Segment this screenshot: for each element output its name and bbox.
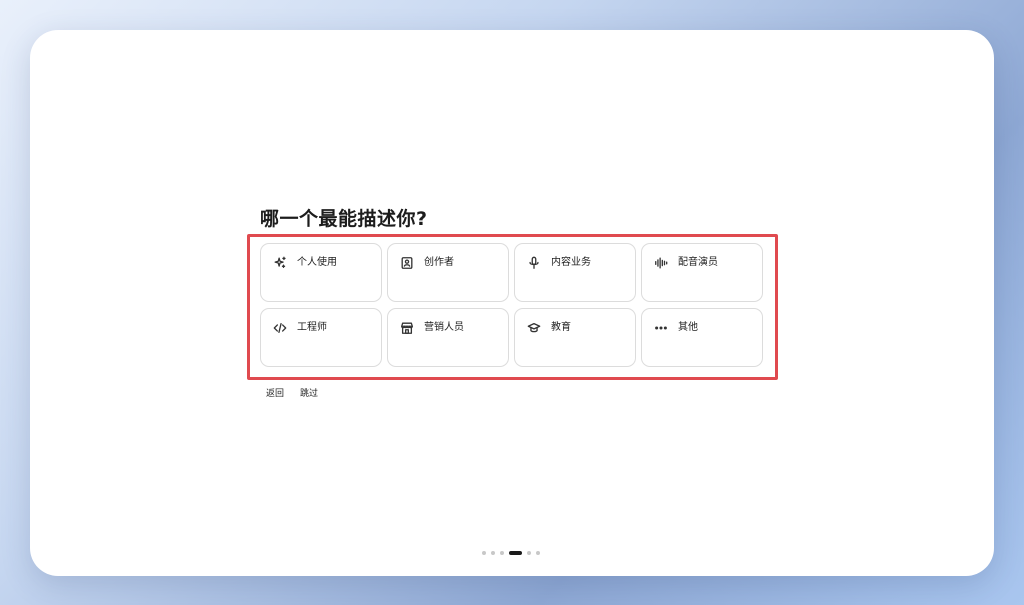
storefront-icon	[400, 321, 414, 335]
pagination-dots	[482, 551, 540, 555]
pagination-dot[interactable]	[536, 551, 540, 555]
option-label: 其他	[678, 322, 698, 333]
option-other[interactable]: 其他	[641, 308, 763, 367]
more-dots-icon	[654, 321, 668, 335]
onboarding-window: 哪一个最能描述你? 个人使用 创作者 内容业务 配音演员 工程师 营销人员 教育…	[30, 30, 994, 576]
option-label: 教育	[551, 322, 571, 333]
pagination-dot-active[interactable]	[509, 551, 522, 555]
code-icon	[273, 321, 287, 335]
audio-waveform-icon	[654, 256, 668, 270]
microphone-icon	[527, 256, 541, 270]
nav-buttons: 返回 跳过	[266, 386, 318, 399]
option-label: 营销人员	[424, 322, 464, 333]
skip-button[interactable]: 跳过	[300, 386, 318, 399]
page-title: 哪一个最能描述你?	[260, 208, 428, 230]
option-engineer[interactable]: 工程师	[260, 308, 382, 367]
pagination-dot[interactable]	[491, 551, 495, 555]
option-marketer[interactable]: 营销人员	[387, 308, 509, 367]
option-label: 个人使用	[297, 257, 337, 268]
option-education[interactable]: 教育	[514, 308, 636, 367]
option-voice-actor[interactable]: 配音演员	[641, 243, 763, 302]
pagination-dot[interactable]	[500, 551, 504, 555]
pagination-dot[interactable]	[527, 551, 531, 555]
option-label: 工程师	[297, 322, 327, 333]
portrait-frame-icon	[400, 256, 414, 270]
option-label: 内容业务	[551, 257, 591, 268]
sparkles-icon	[273, 256, 287, 270]
option-label: 创作者	[424, 257, 454, 268]
graduation-cap-icon	[527, 321, 541, 335]
back-button[interactable]: 返回	[266, 386, 284, 399]
options-grid: 个人使用 创作者 内容业务 配音演员 工程师 营销人员 教育 其他	[260, 243, 765, 367]
option-label: 配音演员	[678, 257, 718, 268]
option-content-business[interactable]: 内容业务	[514, 243, 636, 302]
option-personal-use[interactable]: 个人使用	[260, 243, 382, 302]
pagination-dot[interactable]	[482, 551, 486, 555]
option-creator[interactable]: 创作者	[387, 243, 509, 302]
